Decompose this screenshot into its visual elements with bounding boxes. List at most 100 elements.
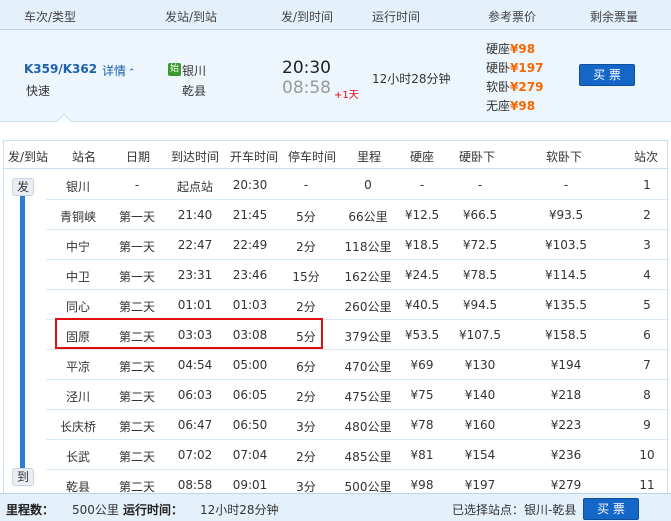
cell-depart: 22:49 <box>232 238 268 252</box>
col-station-name: 站名 <box>72 150 97 164</box>
table-row[interactable]: 中卫 第一天 23:31 23:46 15分 162公里 ¥24.5 ¥78.5 ¥114.5 4 <box>46 260 667 290</box>
cell-date: 第二天 <box>118 420 155 434</box>
cell-hard-sleeper: ¥72.5 <box>462 238 498 252</box>
seat-label: 软卧 <box>486 80 511 94</box>
col-dir: 发/到站 <box>8 150 49 164</box>
cell-stop: 15分 <box>292 270 320 284</box>
cell-order: 4 <box>643 268 651 282</box>
table-header: 车次/类型 发站/到站 发/到时间 运行时间 参考票价 剩余票量 <box>0 0 671 30</box>
mileage-label: 里程数： <box>6 503 55 517</box>
cell-hard-sleeper: ¥140 <box>464 388 496 402</box>
to-station: 乾县 <box>182 84 207 98</box>
cell-hard-sleeper: ¥197 <box>464 478 496 492</box>
cell-stop: - <box>303 178 309 192</box>
cell-stop: 2分 <box>296 300 316 314</box>
spacer <box>0 122 671 140</box>
col-mileage: 里程 <box>357 150 382 164</box>
col-hard-seat: 硬座 <box>410 150 435 164</box>
cell-hard-seat: - <box>419 178 425 192</box>
cell-hard-seat: ¥78 <box>410 418 434 432</box>
cell-order: 7 <box>643 358 651 372</box>
col-arrive: 到达时间 <box>171 150 220 164</box>
cell-soft-sleeper: ¥218 <box>550 388 582 402</box>
start-marker[interactable]: 发 <box>12 178 34 196</box>
cell-arrive: 23:31 <box>177 268 213 282</box>
cell-mileage: 470公里 <box>344 360 392 374</box>
cell-mileage: 118公里 <box>344 240 392 254</box>
price-soft-sleeper: 软卧¥279 <box>486 78 543 95</box>
buy-ticket-button[interactable]: 买 票 <box>579 64 635 86</box>
cell-soft-sleeper: ¥93.5 <box>548 208 584 222</box>
seat-price: ¥98 <box>510 42 536 56</box>
cell-name: 长武 <box>65 450 90 464</box>
cell-stop: 2分 <box>296 240 316 254</box>
table-row[interactable]: 长武 第二天 07:02 07:04 2分 485公里 ¥81 ¥154 ¥236 10 <box>46 440 667 470</box>
cell-depart: 05:00 <box>232 358 268 372</box>
price-no-seat: 无座¥98 <box>486 97 535 114</box>
cell-name: 平凉 <box>65 360 90 374</box>
from-station: 银川 <box>182 64 207 78</box>
start-station-badge: 始 <box>168 63 181 76</box>
col-stations: 发站/到站 <box>165 10 218 24</box>
plus-day-badge: +1天 <box>334 90 359 101</box>
cell-depart: 06:50 <box>232 418 268 432</box>
train-row: K359/K362 详情 ⌃ 快速 始 银川 乾县 20:30 08:58 +1天… <box>0 30 671 131</box>
cell-hard-seat: ¥53.5 <box>404 328 440 342</box>
cell-name: 中卫 <box>65 270 90 284</box>
duration-label: 运行时间： <box>123 503 184 517</box>
cell-hard-seat: ¥81 <box>410 448 434 462</box>
cell-mileage: 0 <box>364 178 372 192</box>
cell-mileage: 485公里 <box>344 450 392 464</box>
cell-order: 8 <box>643 388 651 402</box>
cell-mileage: 162公里 <box>344 270 392 284</box>
cell-order: 3 <box>643 238 651 252</box>
cell-order: 5 <box>643 298 651 312</box>
cell-stop: 2分 <box>296 450 316 464</box>
footer-bar: 里程数： 500公里 运行时间： 12小时28分钟 已选择站点：银川-乾县 买 … <box>0 493 671 521</box>
table-row[interactable]: 泾川 第二天 06:03 06:05 2分 475公里 ¥75 ¥140 ¥218 8 <box>46 380 667 410</box>
cell-mileage: 66公里 <box>348 210 388 224</box>
cell-date: 第一天 <box>118 240 155 254</box>
cell-hard-seat: ¥98 <box>410 478 434 492</box>
footer-buy-button[interactable]: 买 票 <box>583 498 639 520</box>
arrive-time: 08:58 <box>282 78 331 98</box>
cell-name: 中宁 <box>65 240 90 254</box>
cell-name: 同心 <box>65 300 90 314</box>
table-row[interactable]: 中宁 第一天 22:47 22:49 2分 118公里 ¥18.5 ¥72.5 ¥103.5 3 <box>46 230 667 260</box>
cell-hard-seat: ¥24.5 <box>404 268 440 282</box>
col-price: 参考票价 <box>488 10 537 24</box>
cell-depart: 07:04 <box>232 448 268 462</box>
cell-stop: 5分 <box>296 210 316 224</box>
col-hard-sleeper: 硬卧下 <box>459 150 496 164</box>
cell-hard-sleeper: ¥66.5 <box>462 208 498 222</box>
cell-depart: 09:01 <box>232 478 268 492</box>
chevron-up-icon: ⌃ <box>128 68 136 78</box>
cell-date: 第一天 <box>118 210 155 224</box>
cell-depart: 20:30 <box>232 178 268 192</box>
route-track <box>20 182 25 468</box>
cell-order: 2 <box>643 208 651 222</box>
seat-label: 无座 <box>486 99 511 113</box>
table-row[interactable]: 长庆桥 第二天 06:47 06:50 3分 480公里 ¥78 ¥160 ¥223 9 <box>46 410 667 440</box>
table-row[interactable]: 平凉 第二天 04:54 05:00 6分 470公里 ¥69 ¥130 ¥194 7 <box>46 350 667 380</box>
cell-arrive: 01:01 <box>177 298 213 312</box>
end-marker[interactable]: 到 <box>12 468 34 486</box>
col-stop: 停车时间 <box>288 150 337 164</box>
cell-mileage: 379公里 <box>344 330 392 344</box>
detail-label: 详情 <box>102 64 127 78</box>
train-number-link[interactable]: K359/K362 <box>24 62 97 76</box>
cell-date: 第二天 <box>118 390 155 404</box>
table-row[interactable]: 同心 第二天 01:01 01:03 2分 260公里 ¥40.5 ¥94.5 ¥135.5 5 <box>46 290 667 320</box>
duration: 12小时28分钟 <box>372 72 451 86</box>
cell-date: 第二天 <box>118 300 155 314</box>
detail-toggle[interactable]: 详情 ⌃ <box>102 62 136 79</box>
table-row[interactable]: 银川 - 起点站 20:30 - 0 - - - 1 <box>46 170 667 200</box>
cell-date: 第二天 <box>118 450 155 464</box>
cell-soft-sleeper: ¥223 <box>550 418 582 432</box>
table-row[interactable]: 青铜峡 第一天 21:40 21:45 5分 66公里 ¥12.5 ¥66.5 ¥93.5 2 <box>46 200 667 230</box>
cell-name: 青铜峡 <box>59 210 96 224</box>
cell-date: 第二天 <box>118 360 155 374</box>
cell-mileage: 480公里 <box>344 420 392 434</box>
mileage-value: 500公里 <box>72 503 119 517</box>
cell-arrive: 06:47 <box>177 418 213 432</box>
